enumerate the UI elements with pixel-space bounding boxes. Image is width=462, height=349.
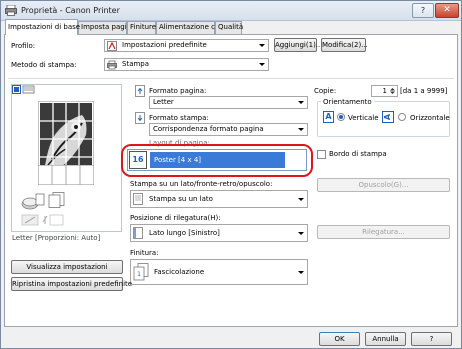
tab-page-setup[interactable]: Imposta pagina xyxy=(78,21,135,34)
output-size-select[interactable]: Corrispondenza formato pagina xyxy=(149,123,308,136)
portrait-icon: A xyxy=(323,111,334,123)
landscape-label: Orizzontale xyxy=(410,114,450,122)
page-size-select[interactable]: Letter xyxy=(149,96,308,109)
output-size-value: Corrispondenza formato pagina xyxy=(153,125,264,133)
output-method-value: Stampa xyxy=(122,60,150,68)
binding-value: Lato lungo [Sinistro] xyxy=(149,229,220,237)
profile-label: Profilo: xyxy=(11,42,36,50)
ok-button[interactable]: OK xyxy=(319,332,360,346)
output-method-label: Metodo di stampa: xyxy=(11,61,77,69)
profile-icon xyxy=(107,41,117,51)
chevron-down-icon xyxy=(259,44,265,47)
copies-value: 1 xyxy=(382,87,387,95)
booklet-button[interactable]: Opuscolo(G)... xyxy=(317,178,450,192)
binding-icon xyxy=(133,227,143,239)
title-bar: Proprietà - Canon Printer ? ✕ xyxy=(1,1,461,21)
page-layout-value: Poster [4 x 4] xyxy=(150,152,285,168)
print-style-value: Stampa su un lato xyxy=(149,195,213,203)
chevron-down-icon xyxy=(298,198,304,201)
help-button[interactable]: ? xyxy=(411,332,452,346)
svg-text:1: 1 xyxy=(137,271,141,278)
gutter-button[interactable]: Rilegatura... xyxy=(317,225,450,239)
finishing-label: Finitura: xyxy=(130,249,159,257)
binding-select[interactable]: Lato lungo [Sinistro] xyxy=(130,224,308,242)
finishing-select[interactable]: 1 Fascicolazione xyxy=(130,259,308,285)
poster-grid-bottom xyxy=(38,165,94,185)
page-size-icon xyxy=(135,85,145,97)
tab-quality[interactable]: Qualità xyxy=(215,21,243,34)
edit-profile-button[interactable]: Modifica(2)... xyxy=(321,38,368,52)
help-title-button[interactable]: ? xyxy=(412,3,434,18)
output-size-label: Formato stampa: xyxy=(149,114,209,122)
collate-small-icon: 1 xyxy=(133,263,149,281)
page-border-checkbox[interactable] xyxy=(317,150,326,159)
print-icon xyxy=(107,60,117,70)
copies-range: [da 1 a 9999] xyxy=(400,87,448,95)
landscape-icon: A xyxy=(382,111,394,123)
orientation-label: Orientamento xyxy=(321,98,374,106)
collate-icon xyxy=(21,193,45,210)
section-divider xyxy=(8,78,454,79)
portrait-label: Verticale xyxy=(348,114,379,122)
copies-label: Copie: xyxy=(314,87,337,95)
staple-punch-icon xyxy=(21,214,64,226)
printer-icon xyxy=(5,5,17,16)
chevron-down-icon xyxy=(298,232,304,235)
chevron-down-icon xyxy=(259,63,265,66)
tab-finishing[interactable]: Finiture xyxy=(127,21,156,34)
page-size-label: Formato pagina: xyxy=(149,87,207,95)
profile-select[interactable]: Impostazioni predefinite xyxy=(104,39,269,52)
one-sided-icon xyxy=(133,193,143,205)
print-style-select[interactable]: Stampa su un lato xyxy=(130,190,308,208)
add-profile-button[interactable]: Aggiungi(1)... xyxy=(274,38,322,52)
preview-mode-icon[interactable] xyxy=(12,85,35,94)
tab-paper-source[interactable]: Alimentazione carta xyxy=(156,21,229,34)
page-layout-select[interactable]: 16 Poster [4 x 4] xyxy=(127,149,307,171)
output-size-icon xyxy=(135,112,145,124)
pages-icon xyxy=(48,192,65,208)
chevron-down-icon xyxy=(298,271,304,274)
close-button[interactable]: ✕ xyxy=(435,3,459,18)
print-style-label: Stampa su un lato/fronte-retro/opuscolo: xyxy=(130,180,273,188)
preview-caption: Letter [Proporzioni: Auto] xyxy=(12,234,101,242)
cancel-button[interactable]: Annulla xyxy=(365,332,406,346)
binding-label: Posizione di rilegatura(H): xyxy=(130,214,221,222)
tab-basic-settings[interactable]: Impostazioni di base xyxy=(5,19,80,35)
spin-arrows-icon[interactable] xyxy=(389,87,396,95)
page-border-label: Bordo di stampa xyxy=(329,150,387,158)
chevron-down-icon xyxy=(298,128,304,131)
landscape-radio[interactable] xyxy=(398,113,406,121)
finishing-value: Fascicolazione xyxy=(154,268,205,276)
chevron-down-icon xyxy=(298,101,304,104)
profile-value: Impostazioni predefinite xyxy=(122,41,207,49)
page-size-value: Letter xyxy=(153,98,174,106)
printer-properties-window: Proprietà - Canon Printer ? ✕ Impostazio… xyxy=(0,0,462,349)
portrait-radio[interactable] xyxy=(337,113,345,121)
restore-defaults-button[interactable]: Ripristina impostazioni predefinite xyxy=(11,277,132,291)
copies-input[interactable]: 1 xyxy=(371,85,398,97)
window-title: Proprietà - Canon Printer xyxy=(21,6,120,15)
poster-layout-icon: 16 xyxy=(129,151,147,169)
output-method-select[interactable]: Stampa xyxy=(104,58,269,71)
view-settings-button[interactable]: Visualizza impostazioni xyxy=(11,260,123,274)
